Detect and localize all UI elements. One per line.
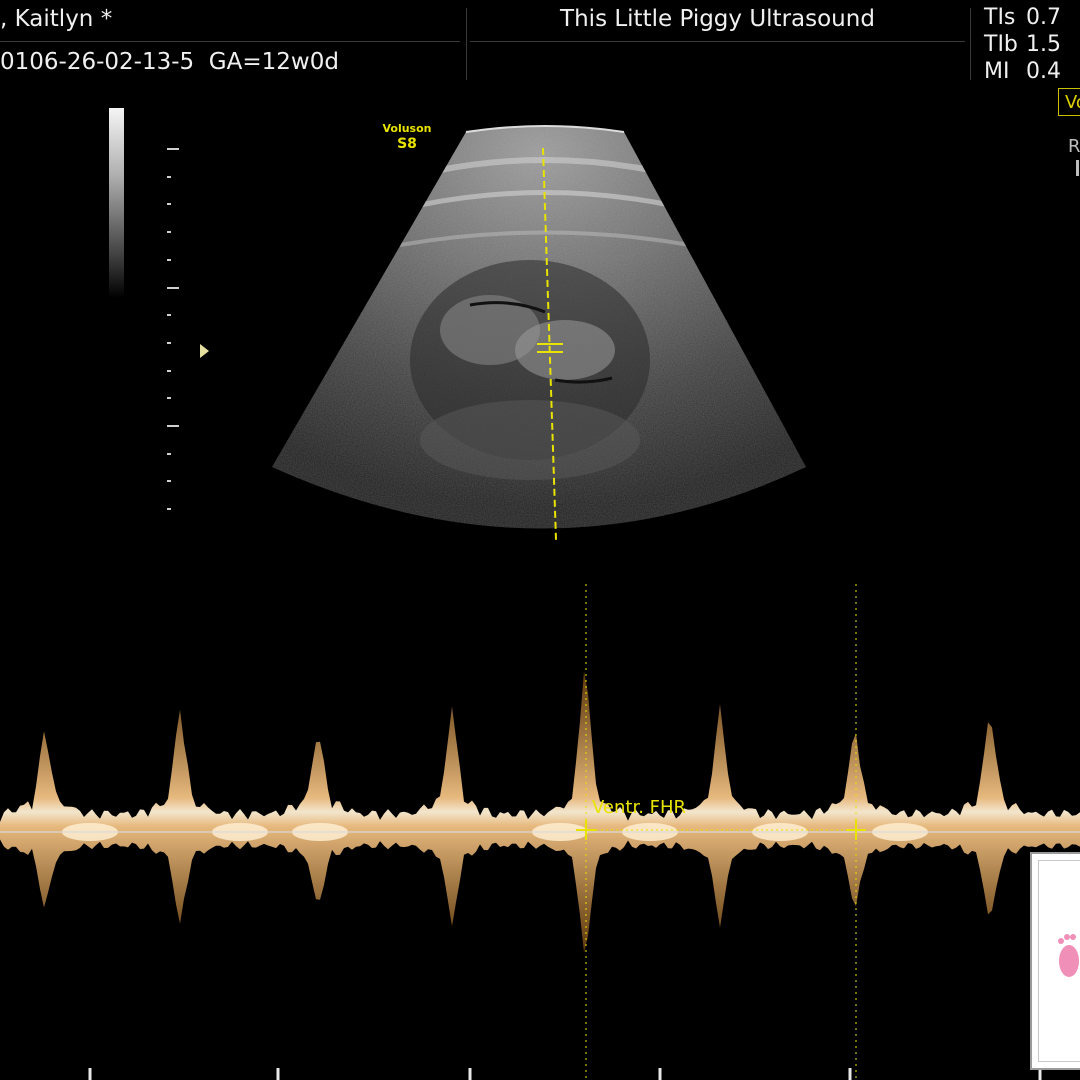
time-axis [88, 1068, 1042, 1080]
fhr-measurement-label: Ventr. FHR [592, 797, 687, 818]
footprint-logo [1030, 852, 1080, 1070]
b-mode-image [272, 125, 806, 541]
logo-frame [1038, 860, 1080, 1062]
logo-line1: Voluson [382, 122, 432, 135]
doppler-trace [0, 584, 1080, 1080]
baby-footprint-icon [1058, 934, 1079, 977]
logo-line2: S8 [397, 135, 417, 152]
fetal-body [515, 320, 615, 380]
trace-waveform [0, 671, 1080, 953]
device-logo: Voluson S8 [376, 122, 438, 152]
fan-sector [272, 126, 806, 529]
waveform-envelope [0, 671, 1080, 953]
